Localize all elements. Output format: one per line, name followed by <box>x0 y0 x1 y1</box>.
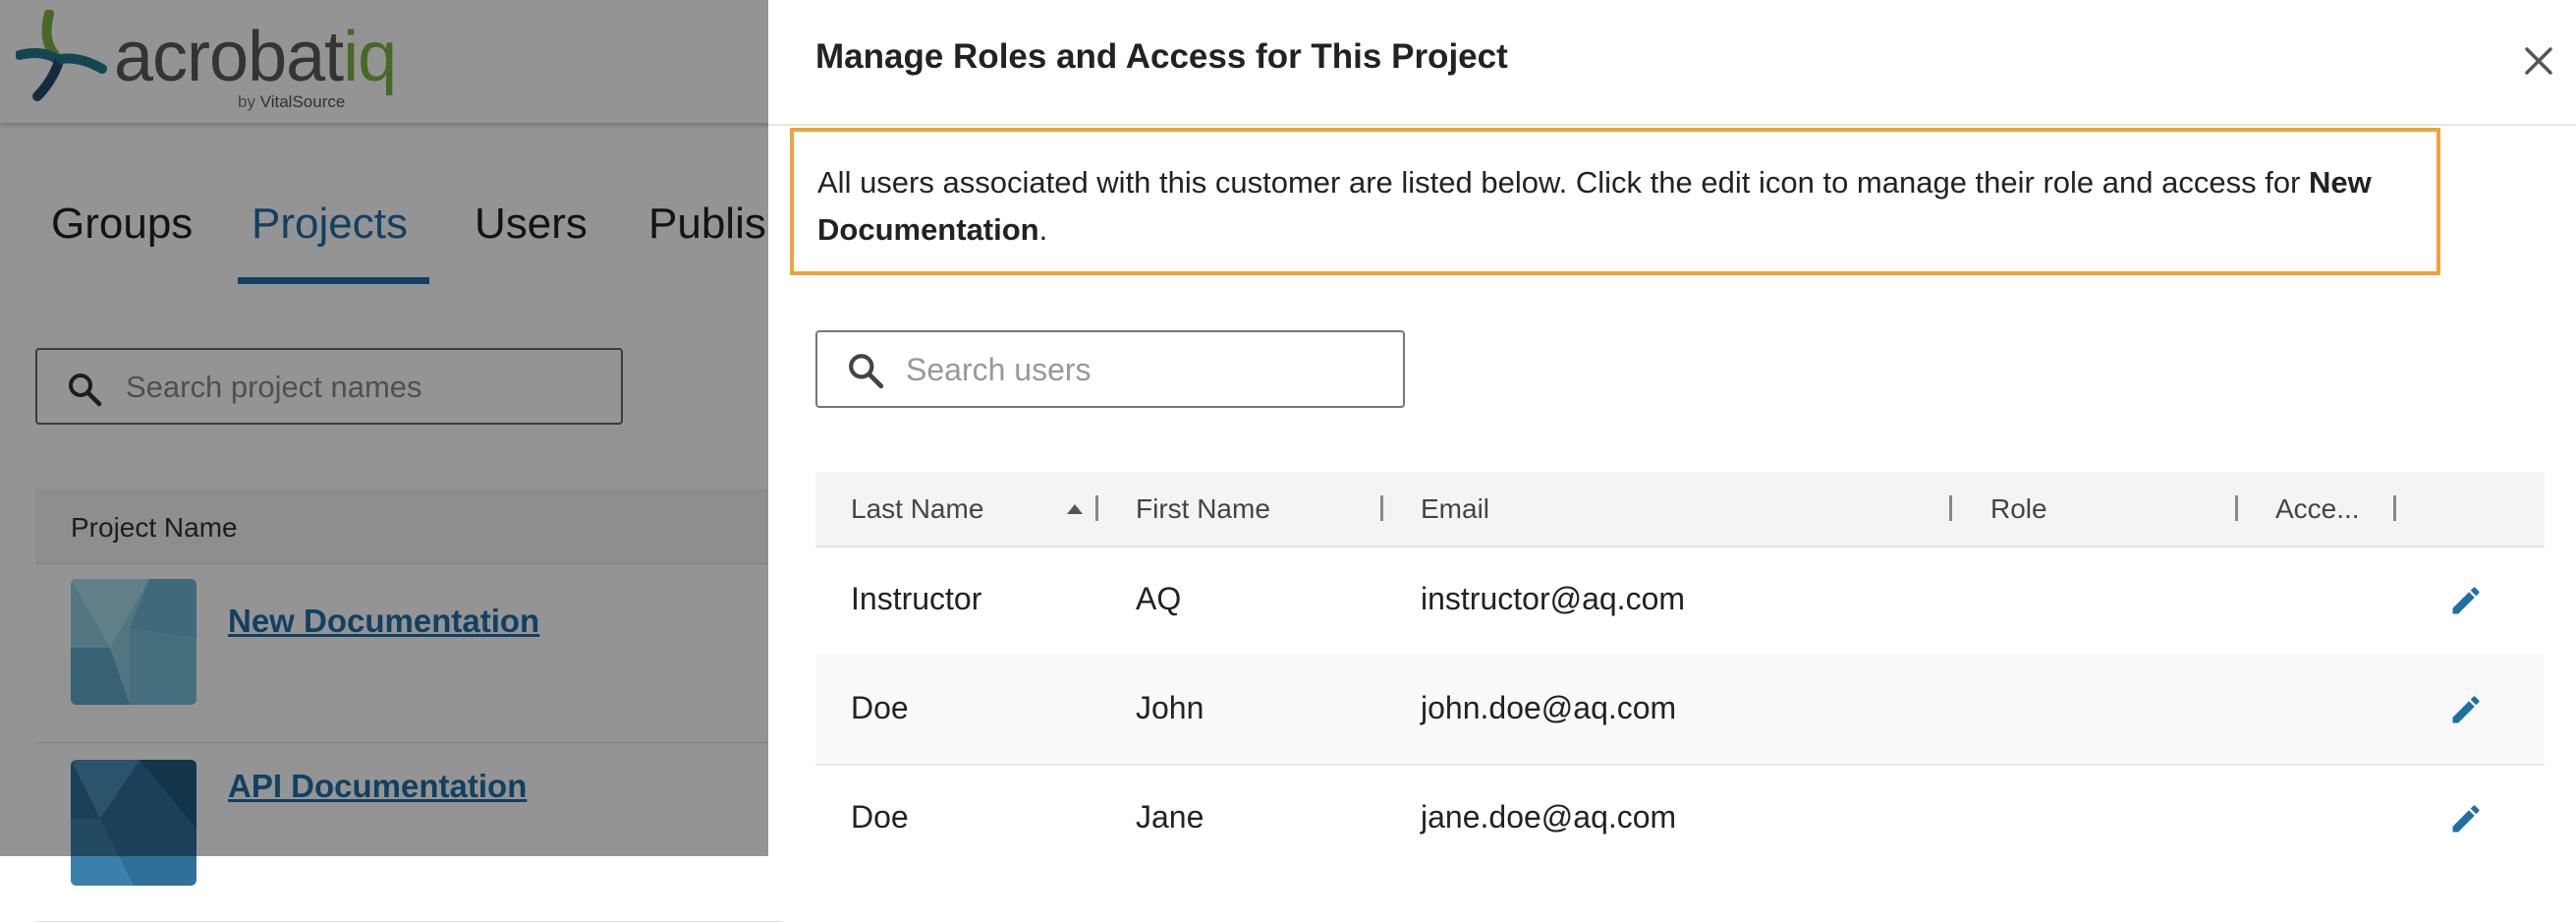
pencil-icon <box>2452 696 2480 723</box>
cell-first-name: John <box>1136 690 1204 725</box>
column-last-name[interactable]: Last Name <box>851 493 983 525</box>
manage-roles-drawer: Manage Roles and Access for This Project… <box>768 0 2576 856</box>
column-resize-handle[interactable] <box>1380 495 1383 521</box>
cell-email: john.doe@aq.com <box>1421 690 1677 725</box>
column-resize-handle[interactable] <box>1095 495 1098 521</box>
column-resize-handle[interactable] <box>2235 495 2238 521</box>
edit-user-button[interactable] <box>2448 692 2484 727</box>
table-row: Doe Jane jane.doe@aq.com <box>815 764 2545 856</box>
users-table: Last Name First Name Email Role Acce... … <box>815 472 2545 856</box>
cell-first-name: AQ <box>1136 581 1182 616</box>
info-notice: All users associated with this customer … <box>790 128 2440 275</box>
edit-user-button[interactable] <box>2448 801 2484 836</box>
cell-first-name: Jane <box>1136 799 1204 835</box>
close-button[interactable] <box>2517 39 2560 83</box>
cell-email: instructor@aq.com <box>1421 581 1686 616</box>
column-role[interactable]: Role <box>1990 493 2047 525</box>
cell-email: jane.doe@aq.com <box>1421 799 1677 835</box>
drawer-title: Manage Roles and Access for This Project <box>815 37 1508 76</box>
pencil-icon <box>2452 587 2480 614</box>
notice-text: All users associated with this customer … <box>817 165 2372 247</box>
modal-backdrop[interactable] <box>0 0 768 856</box>
users-table-header: Last Name First Name Email Role Acce... <box>815 472 2545 547</box>
table-row: Instructor AQ instructor@aq.com <box>815 546 2545 657</box>
sort-ascending-icon[interactable] <box>1067 501 1083 519</box>
cell-last-name: Doe <box>851 690 909 725</box>
close-icon <box>2525 47 2552 75</box>
cell-last-name: Instructor <box>851 581 982 616</box>
drawer-header: Manage Roles and Access for This Project <box>768 0 2576 126</box>
search-icon <box>847 352 884 394</box>
column-access[interactable]: Acce... <box>2275 493 2360 525</box>
column-resize-handle[interactable] <box>2393 495 2396 521</box>
column-first-name[interactable]: First Name <box>1136 493 1270 525</box>
cell-last-name: Doe <box>851 799 909 835</box>
table-row: Doe John john.doe@aq.com <box>815 655 2545 766</box>
column-resize-handle[interactable] <box>1949 495 1952 521</box>
user-search-input[interactable] <box>904 346 1379 393</box>
pencil-icon <box>2452 805 2480 833</box>
edit-user-button[interactable] <box>2448 583 2484 618</box>
user-search-field <box>815 330 1405 408</box>
column-email[interactable]: Email <box>1421 493 1489 525</box>
